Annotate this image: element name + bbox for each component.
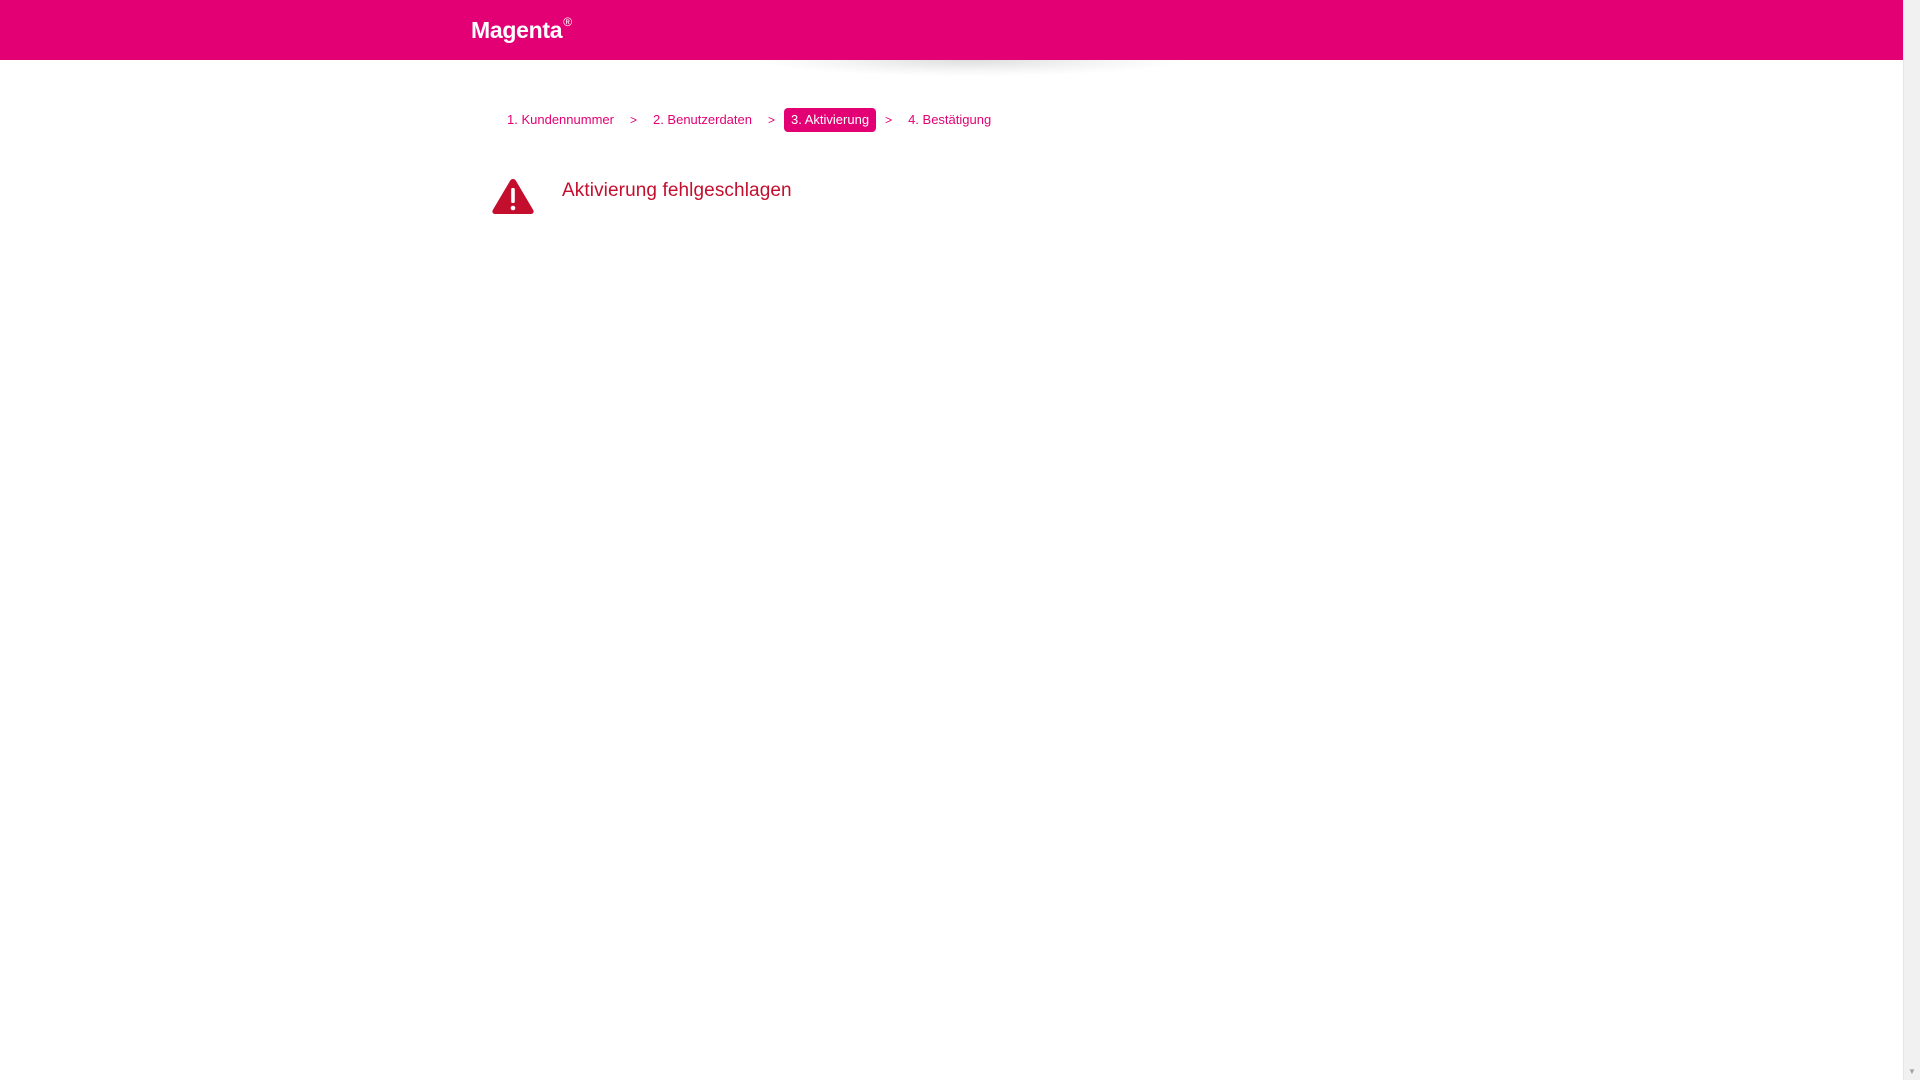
error-alert: Aktivierung fehlgeschlagen bbox=[491, 177, 792, 215]
vertical-scrollbar[interactable]: ▼ bbox=[1903, 0, 1920, 1080]
step-separator: > bbox=[885, 113, 893, 127]
step-separator: > bbox=[768, 113, 776, 127]
step-aktivierung-active: 3. Aktivierung bbox=[784, 108, 877, 132]
error-title: Aktivierung fehlgeschlagen bbox=[562, 180, 792, 201]
progress-steps: 1. Kundennummer > 2. Benutzerdaten > 3. … bbox=[500, 108, 998, 132]
brand-logo[interactable]: Magenta ® bbox=[471, 15, 572, 44]
step-kundennummer: 1. Kundennummer bbox=[507, 112, 614, 127]
warning-triangle-icon bbox=[492, 179, 534, 214]
header-shadow bbox=[760, 60, 1180, 76]
brand-name: Magenta bbox=[471, 17, 563, 43]
step-bestaetigung: 4. Bestätigung bbox=[908, 112, 992, 127]
step-separator: > bbox=[629, 113, 637, 127]
page: Magenta ® 1. Kundennummer > 2. Benutzerd… bbox=[0, 0, 1903, 1080]
brand-registered-mark: ® bbox=[563, 15, 572, 29]
top-header: Magenta ® bbox=[0, 0, 1903, 60]
scroll-down-arrow-icon[interactable]: ▼ bbox=[1904, 1063, 1920, 1080]
step-benutzerdaten: 2. Benutzerdaten bbox=[652, 112, 752, 127]
